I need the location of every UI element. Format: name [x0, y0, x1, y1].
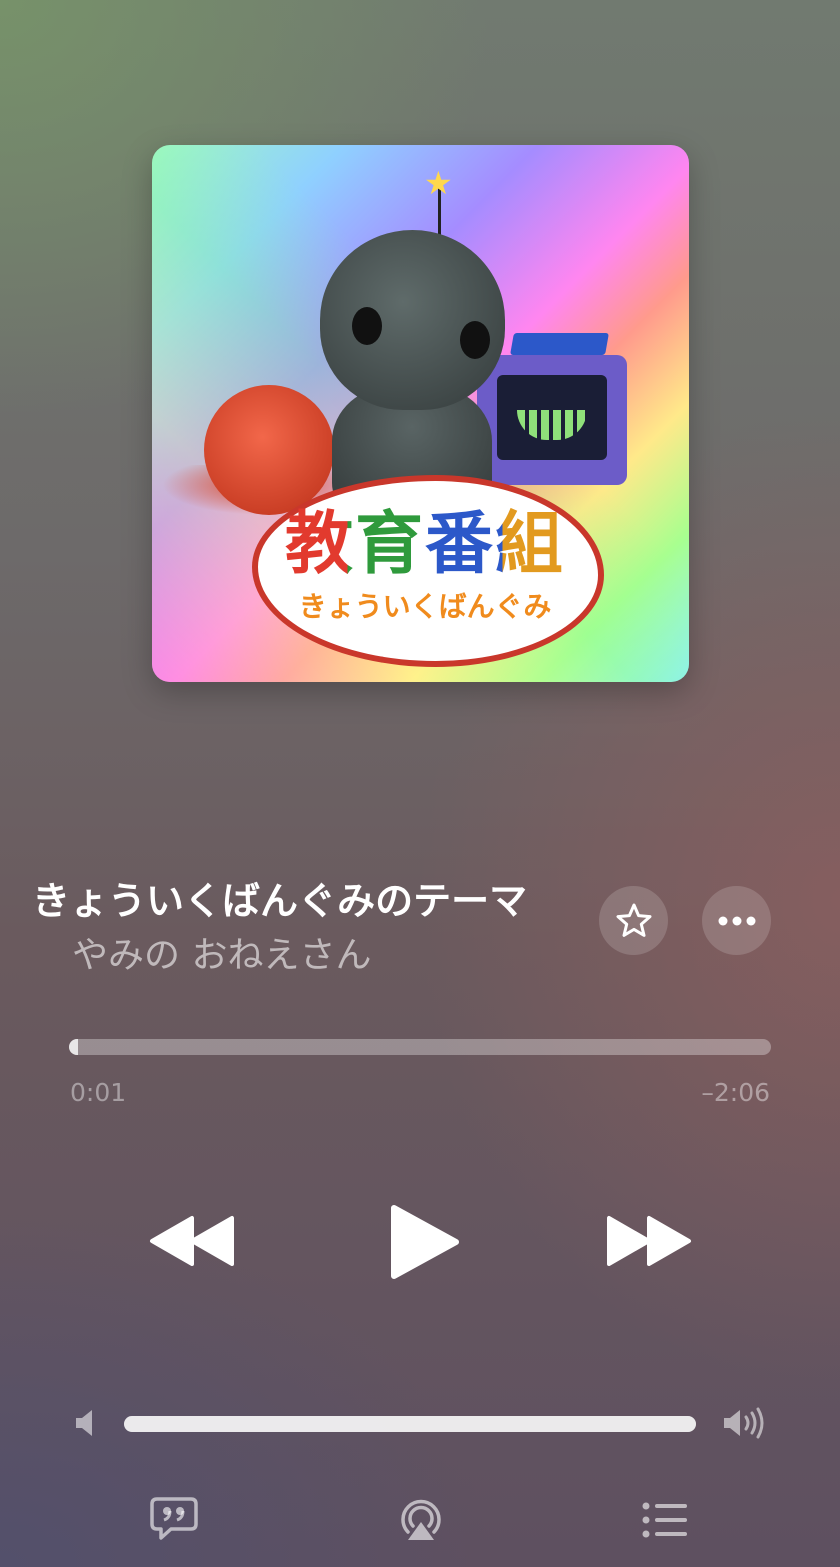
lyrics-quote-icon	[150, 1497, 198, 1540]
airplay-button[interactable]	[396, 1494, 446, 1548]
rewind-icon	[150, 1216, 234, 1266]
progress-slider[interactable]	[69, 1039, 771, 1055]
star-icon	[616, 903, 651, 937]
progress-fill	[69, 1039, 79, 1055]
artwork-logo-subtitle: きょういくばんぐみ	[298, 590, 552, 623]
play-icon	[391, 1205, 459, 1279]
airplay-icon	[401, 1499, 441, 1540]
elapsed-time: 0:01	[70, 1078, 127, 1107]
lyrics-button[interactable]	[149, 1496, 199, 1546]
speaker-high-icon	[724, 1407, 764, 1439]
volume-slider[interactable]	[124, 1416, 696, 1432]
fast-forward-icon	[607, 1216, 691, 1266]
queue-button[interactable]	[641, 1500, 689, 1544]
play-button[interactable]	[388, 1202, 462, 1286]
seal-left-eye	[352, 307, 382, 345]
track-artist[interactable]: やみの おねえさん	[72, 926, 371, 978]
queue-list-icon	[642, 1502, 687, 1538]
remaining-time: –2:06	[701, 1078, 770, 1107]
artwork-logo-title: 教育番組	[270, 505, 580, 585]
robot-graduation-hat	[510, 333, 609, 355]
favorite-button[interactable]	[599, 886, 668, 955]
volume-min-button[interactable]	[74, 1408, 96, 1442]
ellipsis-icon	[718, 916, 755, 925]
seal-right-eye	[460, 321, 490, 359]
speaker-low-icon	[76, 1410, 92, 1436]
volume-max-button[interactable]	[722, 1406, 768, 1444]
forward-button[interactable]	[605, 1214, 693, 1272]
star-antenna-icon: ★	[424, 164, 453, 202]
track-title[interactable]: きょういくばんぐみのテーマ	[32, 870, 572, 925]
more-button[interactable]	[702, 886, 771, 955]
rewind-button[interactable]	[148, 1214, 236, 1272]
volume-fill	[124, 1416, 696, 1432]
album-artwork: ★ 教育番組 きょういくばんぐみ	[152, 145, 689, 682]
seal-character	[320, 230, 505, 410]
octopus-character	[204, 385, 334, 515]
